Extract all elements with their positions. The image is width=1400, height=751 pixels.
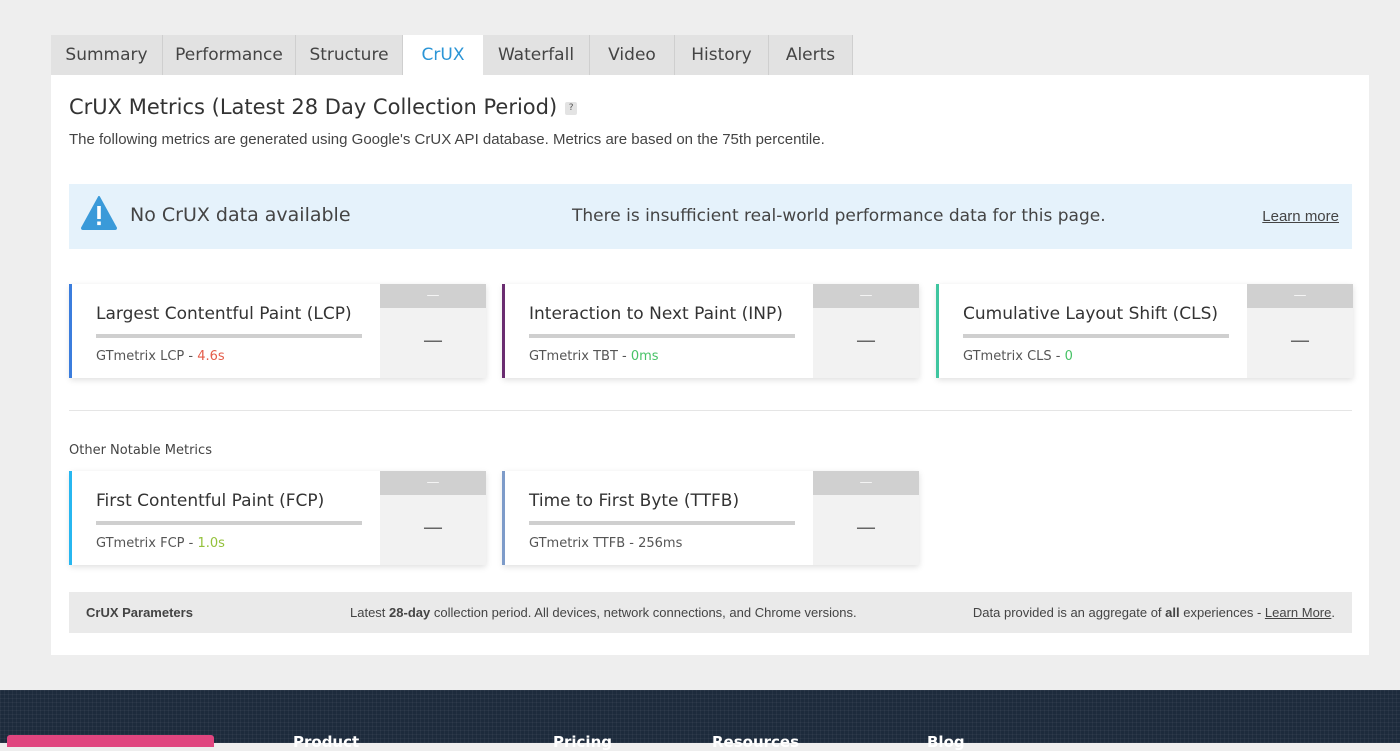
crux-rating-header: — — [380, 284, 486, 308]
crux-panel: CrUX Metrics (Latest 28 Day Collection P… — [51, 75, 1369, 655]
metric-card-lcp: Largest Contentful Paint (LCP) GTmetrix … — [69, 284, 486, 378]
crux-rating-header: — — [380, 471, 486, 495]
page-title-text: CrUX Metrics (Latest 28 Day Collection P… — [69, 95, 558, 119]
metric-bar — [963, 334, 1229, 338]
metric-name: Time to First Byte (TTFB) — [529, 491, 740, 511]
metric-bar — [529, 334, 795, 338]
footer-cta-button[interactable] — [7, 735, 214, 747]
gtmetrix-label: GTmetrix FCP - — [96, 536, 198, 551]
params-right-suffix: experiences - — [1179, 605, 1265, 620]
crux-rating-header: — — [813, 471, 919, 495]
learn-more-link[interactable]: Learn more — [1262, 208, 1339, 225]
tab-waterfall[interactable]: Waterfall — [483, 35, 590, 75]
gtmetrix-number: 256ms — [638, 536, 683, 551]
params-mid-suffix: collection period. All devices, network … — [430, 605, 857, 620]
metric-card-fcp: First Contentful Paint (FCP) GTmetrix FC… — [69, 471, 486, 565]
warning-icon — [81, 196, 117, 230]
gtmetrix-value: GTmetrix CLS - 0 — [963, 349, 1073, 364]
gtmetrix-number: 4.6s — [197, 349, 225, 364]
tab-history[interactable]: History — [675, 35, 769, 75]
tab-video[interactable]: Video — [590, 35, 675, 75]
tab-summary[interactable]: Summary — [51, 35, 163, 75]
params-description: Latest 28-day collection period. All dev… — [350, 605, 857, 620]
crux-value: — — [856, 328, 876, 352]
params-mid-bold: 28-day — [389, 605, 431, 620]
gtmetrix-label: GTmetrix TTFB - — [529, 536, 639, 551]
crux-value-box: — — — [813, 284, 919, 378]
gtmetrix-value: GTmetrix LCP - 4.6s — [96, 349, 225, 364]
page-subtitle: The following metrics are generated usin… — [69, 131, 825, 148]
crux-rating-header: — — [1247, 284, 1353, 308]
no-data-alert: No CrUX data available There is insuffic… — [69, 184, 1352, 249]
params-mid-prefix: Latest — [350, 605, 390, 620]
tab-bar: Summary Performance Structure CrUX Water… — [51, 35, 853, 75]
metric-name: First Contentful Paint (FCP) — [96, 491, 325, 511]
gtmetrix-label: GTmetrix TBT - — [529, 349, 631, 364]
crux-value-box: — — — [1247, 284, 1353, 378]
footer-link-resources[interactable]: Resources — [712, 733, 799, 751]
crux-rating-header: — — [813, 284, 919, 308]
params-learn-more-link[interactable]: Learn More — [1265, 605, 1331, 620]
metric-bar — [96, 334, 362, 338]
gtmetrix-value: GTmetrix TTFB - 256ms — [529, 536, 682, 551]
metric-card-inp: Interaction to Next Paint (INP) GTmetrix… — [502, 284, 919, 378]
page-title: CrUX Metrics (Latest 28 Day Collection P… — [69, 95, 578, 119]
gtmetrix-value: GTmetrix TBT - 0ms — [529, 349, 659, 364]
section-divider — [69, 410, 1352, 411]
gtmetrix-number: 0ms — [630, 349, 659, 364]
metric-name: Cumulative Layout Shift (CLS) — [963, 304, 1219, 324]
crux-value: — — [1290, 328, 1310, 352]
gtmetrix-number: 0 — [1064, 349, 1073, 364]
gtmetrix-label: GTmetrix CLS - — [963, 349, 1065, 364]
crux-value-box: — — — [813, 471, 919, 565]
gtmetrix-number: 1.0s — [197, 536, 225, 551]
metric-bar — [529, 521, 795, 525]
crux-value: — — [423, 328, 443, 352]
crux-value-box: — — — [380, 284, 486, 378]
gtmetrix-value: GTmetrix FCP - 1.0s — [96, 536, 225, 551]
tab-structure[interactable]: Structure — [296, 35, 403, 75]
params-label: CrUX Parameters — [86, 605, 193, 620]
help-icon[interactable]: ? — [565, 101, 578, 115]
alert-title: No CrUX data available — [130, 204, 351, 226]
metric-card-cls: Cumulative Layout Shift (CLS) GTmetrix C… — [936, 284, 1353, 378]
crux-value: — — [423, 515, 443, 539]
crux-value-box: — — — [380, 471, 486, 565]
tab-crux[interactable]: CrUX — [403, 35, 483, 75]
metric-bar — [96, 521, 362, 525]
gtmetrix-label: GTmetrix LCP - — [96, 349, 198, 364]
footer-link-product[interactable]: Product — [293, 733, 359, 751]
footer-logo — [1180, 736, 1330, 746]
metric-card-ttfb: Time to First Byte (TTFB) GTmetrix TTFB … — [502, 471, 919, 565]
tab-performance[interactable]: Performance — [163, 35, 296, 75]
crux-parameters: CrUX Parameters Latest 28-day collection… — [69, 592, 1352, 633]
metric-name: Largest Contentful Paint (LCP) — [96, 304, 352, 324]
site-footer: Product Pricing Resources Blog — [0, 690, 1400, 751]
params-aggregate-note: Data provided is an aggregate of all exp… — [973, 605, 1335, 620]
alert-message: There is insufficient real-world perform… — [572, 206, 1106, 226]
metric-name: Interaction to Next Paint (INP) — [529, 304, 783, 324]
params-right-prefix: Data provided is an aggregate of — [972, 605, 1166, 620]
params-right-end: . — [1331, 605, 1335, 620]
crux-value: — — [856, 515, 876, 539]
footer-link-pricing[interactable]: Pricing — [553, 733, 612, 751]
other-metrics-heading: Other Notable Metrics — [69, 443, 212, 458]
footer-link-blog[interactable]: Blog — [927, 733, 965, 751]
tab-alerts[interactable]: Alerts — [769, 35, 853, 75]
params-right-bold: all — [1165, 605, 1180, 620]
